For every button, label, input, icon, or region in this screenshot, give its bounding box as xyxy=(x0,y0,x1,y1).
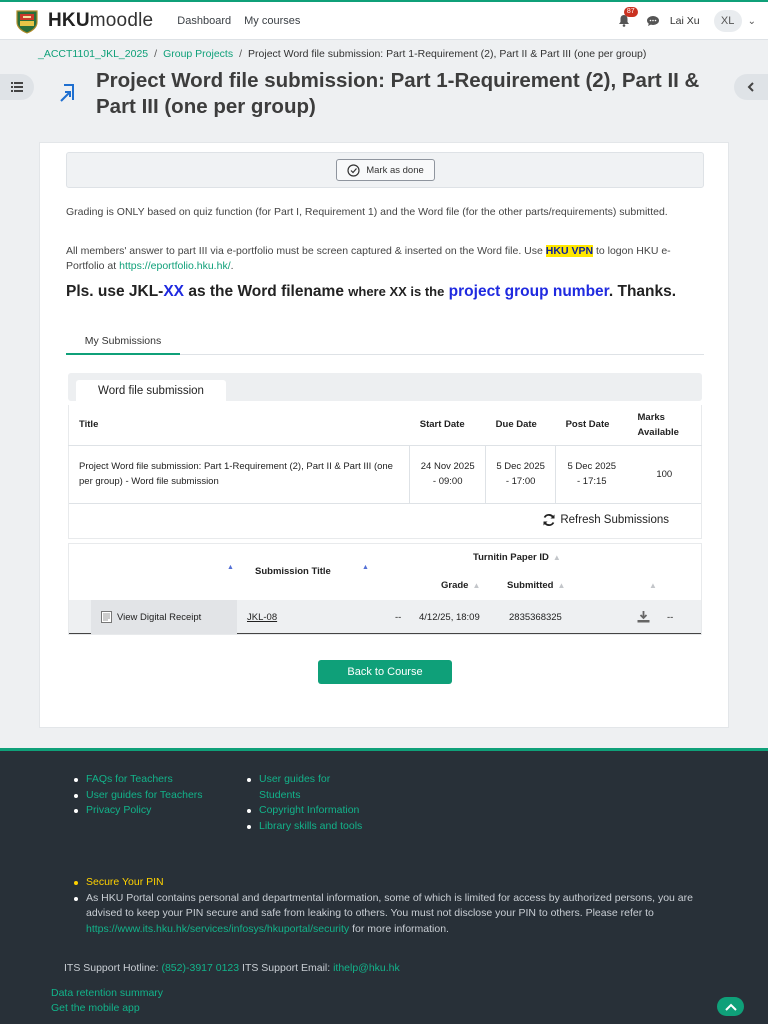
notification-count-badge: 87 xyxy=(623,7,638,17)
col-title: Title xyxy=(67,405,410,446)
col-due-date: Due Date xyxy=(485,405,556,446)
footer-pin-notice: Secure Your PIN As HKU Portal contains p… xyxy=(74,875,714,937)
assignment-upload-icon xyxy=(60,84,74,102)
assignment-info-table: Title Start Date Due Date Post Date Mark… xyxy=(67,405,702,504)
footer-links-students: User guides for Students Copyright Infor… xyxy=(247,772,369,834)
refresh-submissions-button[interactable]: Refresh Submissions xyxy=(542,513,669,527)
back-to-top-button[interactable] xyxy=(717,997,744,1016)
primary-nav: Dashboard My courses xyxy=(177,15,313,27)
info-post-date: 5 Dec 2025 - 17:15 xyxy=(555,445,628,504)
brand-prefix: HKU xyxy=(48,9,90,31)
col-turnitin-paper-id[interactable]: Turnitin Paper ID ▲︎ xyxy=(473,552,561,563)
refresh-icon xyxy=(543,514,555,526)
list-icon xyxy=(11,82,23,92)
site-logo[interactable]: HKUmoodle xyxy=(14,8,153,34)
brand-suffix: moodle xyxy=(89,9,154,31)
hku-vpn-highlight: HKU VPN xyxy=(545,245,594,257)
col-submitted[interactable]: Submitted ▲︎ xyxy=(507,580,565,591)
nav-dashboard[interactable]: Dashboard xyxy=(177,15,231,27)
paper-id-value: 2835368325 xyxy=(509,611,562,623)
submissions-table: ▲ Submission Title ▲ Turnitin Paper ID ▲︎… xyxy=(68,543,702,635)
tab-word-file-submission[interactable]: Word file submission xyxy=(76,380,226,402)
options-value: -- xyxy=(667,611,674,623)
download-button[interactable] xyxy=(637,600,650,634)
chevron-up-icon xyxy=(724,1003,737,1011)
info-title: Project Word file submission: Part 1-Req… xyxy=(67,445,410,504)
info-marks: 100 xyxy=(627,445,702,504)
chevron-left-icon xyxy=(747,82,754,92)
messages-icon[interactable] xyxy=(646,15,660,27)
sort-icon[interactable]: ▲︎ xyxy=(649,581,657,590)
col-grade[interactable]: Grade ▲︎ xyxy=(441,580,480,591)
grade-value: -- xyxy=(395,611,402,623)
description-eportfolio: All members' answer to part III via e-po… xyxy=(66,245,671,272)
back-to-course-button[interactable]: Back to Course xyxy=(318,660,452,684)
col-submission-title[interactable]: Submission Title xyxy=(255,566,331,577)
sort-icon: ▲︎ xyxy=(472,581,481,590)
document-icon xyxy=(101,611,112,623)
filename-instruction: Pls. use JKL-XX as the Word filename whe… xyxy=(66,283,677,300)
sort-icon: ▲︎ xyxy=(552,553,561,562)
nav-my-courses[interactable]: My courses xyxy=(244,15,300,27)
mark-as-done-button[interactable]: Mark as done xyxy=(336,159,435,181)
sort-icon: ▲︎ xyxy=(557,581,566,590)
table-header-row: Title Start Date Due Date Post Date Mark… xyxy=(67,405,702,446)
footer-link-library[interactable]: Library skills and tools xyxy=(259,820,362,832)
support-contacts: ITS Support Hotline: (852)-3917 0123 ITS… xyxy=(64,962,400,974)
top-navbar: HKUmoodle Dashboard My courses 87 Lai Xu… xyxy=(0,0,768,40)
breadcrumb-current: Project Word file submission: Part 1-Req… xyxy=(248,48,647,60)
mobile-app-link[interactable]: Get the mobile app xyxy=(51,1002,140,1014)
submission-title-link[interactable]: JKL-08 xyxy=(247,612,277,623)
submission-part-header: Word file submission xyxy=(68,373,702,402)
activity-completion-bar: Mark as done xyxy=(66,152,704,188)
description-grading: Grading is ONLY based on quiz function (… xyxy=(66,206,668,218)
user-avatar[interactable]: XL xyxy=(713,10,742,32)
page-footer: FAQs for Teachers User guides for Teache… xyxy=(0,748,768,1024)
col-start-date: Start Date xyxy=(409,405,486,446)
footer-link-privacy[interactable]: Privacy Policy xyxy=(86,804,151,816)
user-name[interactable]: Lai Xu xyxy=(670,15,700,27)
block-drawer-toggle[interactable] xyxy=(734,74,768,100)
support-hotline[interactable]: (852)-3917 0123 xyxy=(161,962,239,974)
sort-asc-icon[interactable]: ▲ xyxy=(227,564,234,571)
eportfolio-link[interactable]: https://eportfolio.hku.hk/ xyxy=(119,260,230,272)
table-row: Project Word file submission: Part 1-Req… xyxy=(67,445,702,504)
table-row: View Digital Receipt JKL-08 -- 4/12/25, … xyxy=(69,600,701,634)
download-icon xyxy=(637,611,650,623)
col-marks-available: Marks Available xyxy=(627,405,702,446)
check-circle-icon xyxy=(347,163,360,177)
portal-security-link[interactable]: https://www.its.hku.hk/services/infosys/… xyxy=(86,923,349,935)
hku-crest-icon xyxy=(16,9,38,34)
support-email[interactable]: ithelp@hku.hk xyxy=(333,962,400,974)
info-start-date: 24 Nov 2025 - 09:00 xyxy=(409,445,486,504)
page-title: Project Word file submission: Part 1-Req… xyxy=(96,69,700,118)
submission-tabs: My Submissions xyxy=(66,329,704,355)
breadcrumb-course[interactable]: _ACCT1101_JKL_2025 xyxy=(38,48,148,60)
secure-pin-link[interactable]: Secure Your PIN xyxy=(86,876,164,888)
tab-my-submissions[interactable]: My Submissions xyxy=(66,329,180,355)
footer-link-copyright[interactable]: Copyright Information xyxy=(259,804,359,816)
footer-link-guides-teachers[interactable]: User guides for Teachers xyxy=(86,789,203,801)
course-index-toggle[interactable] xyxy=(0,74,34,100)
sort-asc-icon[interactable]: ▲ xyxy=(362,564,369,571)
breadcrumb: _ACCT1101_JKL_2025/Group Projects / Projec… xyxy=(38,48,647,60)
main-content-card: Mark as done Grading is ONLY based on qu… xyxy=(39,142,729,728)
footer-link-guides-students[interactable]: User guides for Students xyxy=(259,773,330,801)
view-digital-receipt-button[interactable]: View Digital Receipt xyxy=(91,600,237,634)
data-retention-link[interactable]: Data retention summary xyxy=(51,987,163,999)
submitted-value: 4/12/25, 18:09 xyxy=(419,611,480,623)
breadcrumb-section[interactable]: Group Projects xyxy=(163,48,233,60)
footer-link-faqs-teachers[interactable]: FAQs for Teachers xyxy=(86,773,173,785)
chevron-down-icon[interactable]: ⌄ xyxy=(748,16,756,27)
notifications-button[interactable]: 87 xyxy=(618,7,638,28)
col-post-date: Post Date xyxy=(555,405,628,446)
info-due-date: 5 Dec 2025 - 17:00 xyxy=(485,445,556,504)
footer-links-teachers: FAQs for Teachers User guides for Teache… xyxy=(74,772,206,819)
